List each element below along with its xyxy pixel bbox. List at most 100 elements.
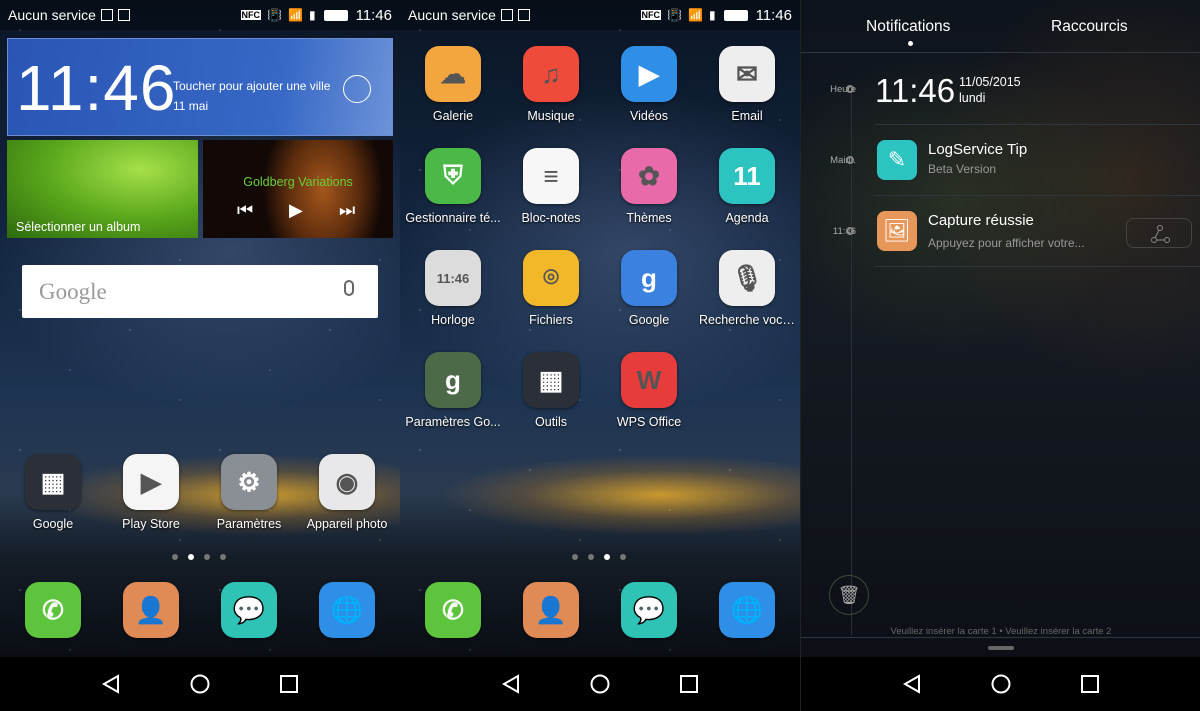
app-9[interactable]: ⌾ Fichiers	[503, 250, 599, 327]
dock-contacts[interactable]: 👤	[103, 582, 199, 638]
app-label: Recherche voca...	[699, 313, 795, 327]
dock-phone[interactable]: ✆	[5, 582, 101, 638]
notification-title[interactable]: LogService Tip	[928, 141, 1027, 158]
dock-browser[interactable]: 🌐	[699, 582, 795, 638]
app-2[interactable]: ⚙ Paramètres	[201, 454, 297, 531]
drag-handle[interactable]	[988, 646, 1014, 650]
galerie-icon: ☁	[425, 46, 481, 102]
status-time: 11:46	[355, 6, 392, 24]
share-button[interactable]	[1126, 218, 1192, 248]
app-0[interactable]: ☁ Galerie	[405, 46, 501, 123]
app-6[interactable]: ✿ Thèmes	[601, 148, 697, 225]
app-4[interactable]: ⛨ Gestionnaire té...	[405, 148, 501, 225]
app-label: Google	[32, 517, 74, 531]
dock-messages[interactable]: 💬	[201, 582, 297, 638]
home-icon[interactable]	[189, 673, 211, 695]
app-label: Paramètres	[216, 517, 282, 531]
pencil-icon: ✎	[877, 140, 917, 180]
phone-icon: ✆	[425, 582, 481, 638]
panel-date: 11/05/2015 lundi	[959, 74, 1021, 106]
add-city-prompt[interactable]: Toucher pour ajouter une ville	[173, 79, 330, 93]
notification-title[interactable]: Capture réussie	[928, 212, 1034, 229]
wps-office-icon: W	[621, 352, 677, 408]
app-1[interactable]: ♫ Musique	[503, 46, 599, 123]
app-7[interactable]: 11 Agenda	[699, 148, 795, 225]
page-dot[interactable]	[604, 554, 610, 560]
app-label: WPS Office	[616, 415, 682, 429]
app-13[interactable]: ▦ Outils	[503, 352, 599, 429]
page-dot[interactable]	[620, 554, 626, 560]
page-dot[interactable]	[172, 554, 178, 560]
previous-track-icon[interactable]: ⏮	[237, 200, 253, 221]
app-3[interactable]: ◉ Appareil photo	[299, 454, 395, 531]
app-3[interactable]: ✉ Email	[699, 46, 795, 123]
app-14[interactable]: W WPS Office	[601, 352, 697, 429]
google-search-bar[interactable]: Google	[22, 265, 378, 318]
messages-icon: 💬	[621, 582, 677, 638]
recents-icon[interactable]	[1079, 673, 1101, 695]
bloc-notes-icon: ≡	[523, 148, 579, 204]
page-dot[interactable]	[204, 554, 210, 560]
app-10[interactable]: g Google	[601, 250, 697, 327]
vibrate-icon: 📳	[667, 8, 682, 22]
back-icon[interactable]	[100, 673, 122, 695]
recents-icon[interactable]	[678, 673, 700, 695]
app-12[interactable]: g Paramètres Go...	[405, 352, 501, 429]
dock-phone[interactable]: ✆	[405, 582, 501, 638]
app-1[interactable]: ▶ Play Store	[103, 454, 199, 531]
app-5[interactable]: ≡ Bloc-notes	[503, 148, 599, 225]
play-icon[interactable]: ▶	[289, 200, 303, 221]
page-dot[interactable]	[220, 554, 226, 560]
th-mes-icon: ✿	[621, 148, 677, 204]
widget-clock: 11:46	[16, 52, 177, 124]
next-track-icon[interactable]: ⏭	[339, 200, 355, 221]
dock-browser[interactable]: 🌐	[299, 582, 395, 638]
microphone-icon[interactable]	[344, 280, 354, 296]
home-icon[interactable]	[990, 673, 1012, 695]
home-icon[interactable]	[589, 673, 611, 695]
app-8[interactable]: 11:46 Horloge	[405, 250, 501, 327]
browser-icon: 🌐	[719, 582, 775, 638]
recents-icon[interactable]	[278, 673, 300, 695]
navigation-bar	[0, 657, 400, 711]
page-indicator	[572, 554, 626, 560]
app-0[interactable]: ▦ Google	[5, 454, 101, 531]
timeline-line	[851, 90, 852, 635]
app-label: Google	[628, 313, 670, 327]
app-label: Appareil photo	[306, 517, 388, 531]
play-store-icon: ▶	[123, 454, 179, 510]
messages-icon: 💬	[221, 582, 277, 638]
wifi-icon: 📶	[688, 8, 703, 22]
tab-notifications[interactable]: Notifications	[866, 18, 950, 36]
battery-icon	[323, 9, 348, 21]
dock-contacts[interactable]: 👤	[503, 582, 599, 638]
share-icon	[1151, 225, 1170, 243]
tab-shortcuts[interactable]: Raccourcis	[1051, 18, 1128, 36]
battery-icon	[723, 9, 748, 21]
back-icon[interactable]	[901, 673, 923, 695]
sun-icon	[343, 75, 371, 103]
vibrate-icon: 📳	[267, 8, 282, 22]
weather-widget[interactable]: 11:46 Toucher pour ajouter une ville 11 …	[7, 38, 393, 136]
album-widget[interactable]: Sélectionner un album	[7, 140, 198, 238]
app-2[interactable]: ▶ Vidéos	[601, 46, 697, 123]
google-icon: g	[621, 250, 677, 306]
timeline-dot	[846, 156, 854, 164]
carrier-label: Aucun service	[408, 7, 496, 23]
back-icon[interactable]	[500, 673, 522, 695]
notification-subtitle: Beta Version	[928, 162, 997, 176]
timeline-dot	[846, 227, 854, 235]
clear-all-button[interactable]: 🗑	[829, 575, 869, 615]
page-dot[interactable]	[572, 554, 578, 560]
app-11[interactable]: 🎙 Recherche voca...	[699, 250, 795, 327]
gestionnaire-t-icon: ⛨	[425, 148, 481, 204]
nfc-icon: NFC	[640, 10, 662, 20]
param-tres-icon: ⚙	[221, 454, 277, 510]
page-dot[interactable]	[188, 554, 194, 560]
dock-messages[interactable]: 💬	[601, 582, 697, 638]
app-label: Fichiers	[529, 313, 573, 327]
outils-icon: ▦	[523, 352, 579, 408]
navigation-bar	[801, 657, 1200, 711]
day-text: lundi	[959, 91, 986, 105]
page-dot[interactable]	[588, 554, 594, 560]
